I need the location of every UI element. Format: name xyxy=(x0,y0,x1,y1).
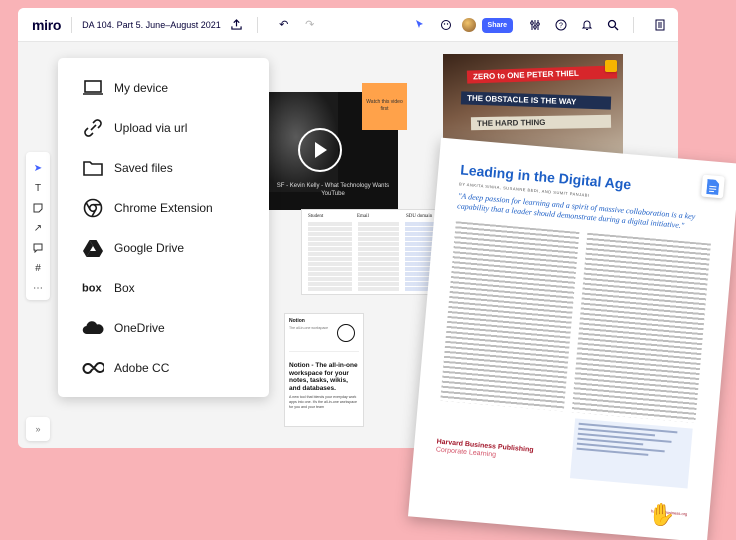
reactions-icon[interactable] xyxy=(436,15,456,35)
laptop-icon xyxy=(82,77,104,99)
menu-item-label: Upload via url xyxy=(114,121,188,135)
play-icon[interactable] xyxy=(298,128,342,172)
menu-item-label: Chrome Extension xyxy=(114,201,213,215)
article-document[interactable]: Leading in the Digital Age BY ANKITA SIN… xyxy=(408,137,736,540)
more-tools-icon[interactable]: ⋯ xyxy=(28,278,48,298)
expand-panel-button[interactable]: » xyxy=(26,417,50,441)
sticky-note[interactable]: Watch this video first xyxy=(362,83,407,130)
board-title[interactable]: DA 104. Part 5. June–August 2021 xyxy=(82,20,221,30)
svg-text:box: box xyxy=(82,283,102,295)
svg-text:?: ? xyxy=(559,23,563,30)
notifications-bell-icon[interactable] xyxy=(577,15,597,35)
notion-card-body: A new tool that blends your everyday wor… xyxy=(289,395,358,409)
divider xyxy=(256,16,258,33)
collaboration-toolbar: Share ? xyxy=(404,8,670,42)
menu-item-saved-files[interactable]: Saved files xyxy=(58,148,269,188)
menu-item-label: Box xyxy=(114,281,135,295)
sheet-column-header: Student xyxy=(308,214,324,219)
article-sidebar-box xyxy=(569,418,693,489)
board-menu-icon[interactable] xyxy=(650,15,670,35)
menu-item-label: My device xyxy=(114,81,169,95)
video-title: SF - Kevin Kelly - What Technology Wants xyxy=(276,183,390,189)
select-cursor-icon[interactable]: ➤ xyxy=(28,158,48,178)
connection-line-icon[interactable]: ↗ xyxy=(28,218,48,238)
top-bar: miro DA 104. Part 5. June–August 2021 ↶ … xyxy=(18,8,678,42)
sheet-column-header: Email xyxy=(357,214,369,219)
google-slides-icon xyxy=(605,60,617,72)
menu-item-label: Saved files xyxy=(114,161,173,175)
menu-item-chrome-extension[interactable]: Chrome Extension xyxy=(58,188,269,228)
menu-item-onedrive[interactable]: OneDrive xyxy=(58,308,269,348)
google-drive-icon xyxy=(82,237,104,259)
video-source: YouTube xyxy=(321,191,345,197)
menu-item-box[interactable]: box Box xyxy=(58,268,269,308)
folder-icon xyxy=(82,157,104,179)
menu-item-upload-url[interactable]: Upload via url xyxy=(58,108,269,148)
menu-item-google-drive[interactable]: Google Drive xyxy=(58,228,269,268)
menu-item-my-device[interactable]: My device xyxy=(58,68,269,108)
box-icon: box xyxy=(82,277,104,299)
notion-illustration-icon xyxy=(337,324,355,342)
onedrive-icon xyxy=(82,317,104,339)
book-spine: THE OBSTACLE IS THE WAY xyxy=(460,91,612,110)
adobe-cc-icon xyxy=(82,357,104,379)
link-icon xyxy=(82,117,104,139)
notion-card-preview: Notion The all-in-one workspace xyxy=(289,318,359,352)
comment-icon[interactable] xyxy=(28,238,48,258)
settings-sliders-icon[interactable] xyxy=(525,15,545,35)
avatar[interactable] xyxy=(461,18,476,32)
menu-item-label: Adobe CC xyxy=(114,361,170,375)
notion-card-title: Notion xyxy=(289,318,305,324)
menu-item-label: Google Drive xyxy=(114,241,185,255)
article-body-columns xyxy=(440,221,711,423)
article-column xyxy=(571,232,711,423)
miro-logo[interactable]: miro xyxy=(32,17,61,33)
divider xyxy=(633,17,634,33)
divider xyxy=(71,16,73,33)
frame-tool-icon[interactable]: # xyxy=(28,258,48,278)
text-tool-icon[interactable]: T xyxy=(28,178,48,198)
google-docs-icon xyxy=(700,174,725,199)
book-spine: ZERO to ONE PETER THIEL xyxy=(466,65,618,84)
article-column xyxy=(440,221,580,412)
help-icon[interactable]: ? xyxy=(551,15,571,35)
undo-icon[interactable]: ↶ xyxy=(274,15,294,35)
sheet-header: Student Email SDU domain xyxy=(308,214,455,219)
book-spine: THE HARD THING xyxy=(470,114,612,131)
creation-toolbar: ➤ T ↗ # ⋯ xyxy=(26,152,50,300)
menu-item-adobe-cc[interactable]: Adobe CC xyxy=(58,348,269,388)
grab-hand-cursor-icon: ✋ xyxy=(648,502,676,527)
sticky-note-tool-icon[interactable] xyxy=(28,198,48,218)
notion-card-heading: Notion - The all-in-one workspace for yo… xyxy=(289,362,358,392)
notion-link-card[interactable]: Notion The all-in-one workspace Notion -… xyxy=(284,313,364,427)
menu-item-label: OneDrive xyxy=(114,321,165,335)
video-caption: SF - Kevin Kelly - What Technology Wants… xyxy=(268,182,398,198)
chrome-icon xyxy=(82,197,104,219)
upload-menu: My device Upload via url Saved files Chr… xyxy=(58,58,269,397)
search-icon[interactable] xyxy=(603,15,623,35)
share-button[interactable]: Share xyxy=(481,17,513,33)
redo-icon[interactable]: ↷ xyxy=(300,15,320,35)
publisher-logo: Harvard Business Publishing Corporate Le… xyxy=(436,438,534,462)
export-icon[interactable] xyxy=(227,15,247,35)
cursor-sparkle-icon[interactable] xyxy=(410,15,430,35)
